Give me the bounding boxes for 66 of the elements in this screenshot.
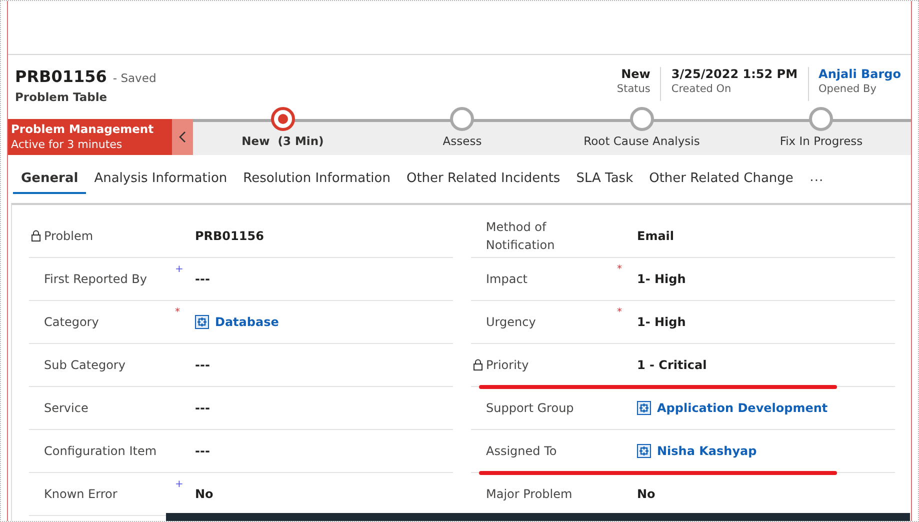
stage-node[interactable] <box>270 107 295 131</box>
required-marker: * <box>617 307 622 318</box>
header-label: Status <box>616 83 650 95</box>
stage-node[interactable] <box>630 107 654 131</box>
entity-name: Problem Table <box>15 90 108 104</box>
field-value: 1 - Critical <box>637 358 707 372</box>
stage-node[interactable] <box>450 107 474 131</box>
field-value: Email <box>637 229 674 243</box>
field-label: Problem <box>44 228 94 245</box>
field-label: Priority <box>486 357 529 374</box>
header-label: Created On <box>671 83 732 95</box>
field-label: Method of Notification <box>486 219 556 254</box>
collapse-button[interactable] <box>172 119 193 155</box>
field-value: --- <box>195 272 210 286</box>
field-label: Sub Category <box>44 357 126 374</box>
entity-icon <box>195 315 209 329</box>
field-value: PRB01156 <box>195 229 264 243</box>
tab[interactable]: Other Related Incidents <box>398 164 568 194</box>
field-label: Known Error <box>44 486 118 503</box>
record-id: PRB01156 <box>15 67 107 86</box>
tab[interactable]: SLA Task <box>568 164 642 194</box>
process-duration: Active for 3 minutes <box>11 138 124 151</box>
field-label: Service <box>44 400 88 417</box>
field-value: --- <box>195 401 210 415</box>
stage-label: Fix In Progress <box>780 134 863 148</box>
entity-icon <box>637 401 651 415</box>
chevron-left-icon <box>179 131 186 143</box>
field-label: Major Problem <box>486 486 572 503</box>
recommended-marker: + <box>175 479 184 490</box>
lookup-link[interactable]: Application Development <box>637 401 828 415</box>
field-label: Configuration Item <box>44 443 157 460</box>
tab[interactable]: Resolution Information <box>235 164 398 194</box>
lookup-link[interactable]: Nisha Kashyap <box>637 444 757 458</box>
field-value: --- <box>195 358 210 372</box>
tab[interactable]: Analysis Information <box>86 164 236 194</box>
lock-icon <box>31 230 41 242</box>
header-link[interactable]: Anjali Bargo <box>818 67 901 81</box>
field-value: --- <box>195 444 210 458</box>
save-status: - Saved <box>112 71 156 85</box>
stage-node[interactable] <box>809 107 834 131</box>
more-tabs-button[interactable]: ··· <box>801 171 832 187</box>
required-marker: * <box>617 264 622 275</box>
field-label: Assigned To <box>486 443 557 460</box>
tab[interactable]: Other Related Change <box>641 164 802 194</box>
field-label: Urgency <box>486 314 536 331</box>
stage-label: New (3 Min) <box>242 134 324 148</box>
field-value: No <box>637 487 656 501</box>
header-value: 3/25/2022 1:52 PM <box>671 67 798 81</box>
field-label: Impact <box>486 271 528 288</box>
tab[interactable]: General <box>13 164 86 194</box>
required-marker: * <box>175 307 180 318</box>
field-value: No <box>195 487 214 501</box>
stage-label: Root Cause Analysis <box>584 134 700 148</box>
stage-label: Assess <box>442 134 482 148</box>
field-value: 1- High <box>637 272 686 286</box>
field-label: Support Group <box>486 400 574 417</box>
recommended-marker: + <box>175 264 184 275</box>
header-value: New <box>620 67 650 81</box>
header-label: Opened By <box>818 83 878 95</box>
field-label: First Reported By <box>44 271 147 288</box>
lookup-link[interactable]: Database <box>195 315 279 329</box>
field-label: Category <box>44 314 99 331</box>
entity-icon <box>637 444 651 458</box>
lock-icon <box>473 359 483 371</box>
field-value: 1- High <box>637 315 686 329</box>
process-name: Problem Management <box>11 122 155 136</box>
